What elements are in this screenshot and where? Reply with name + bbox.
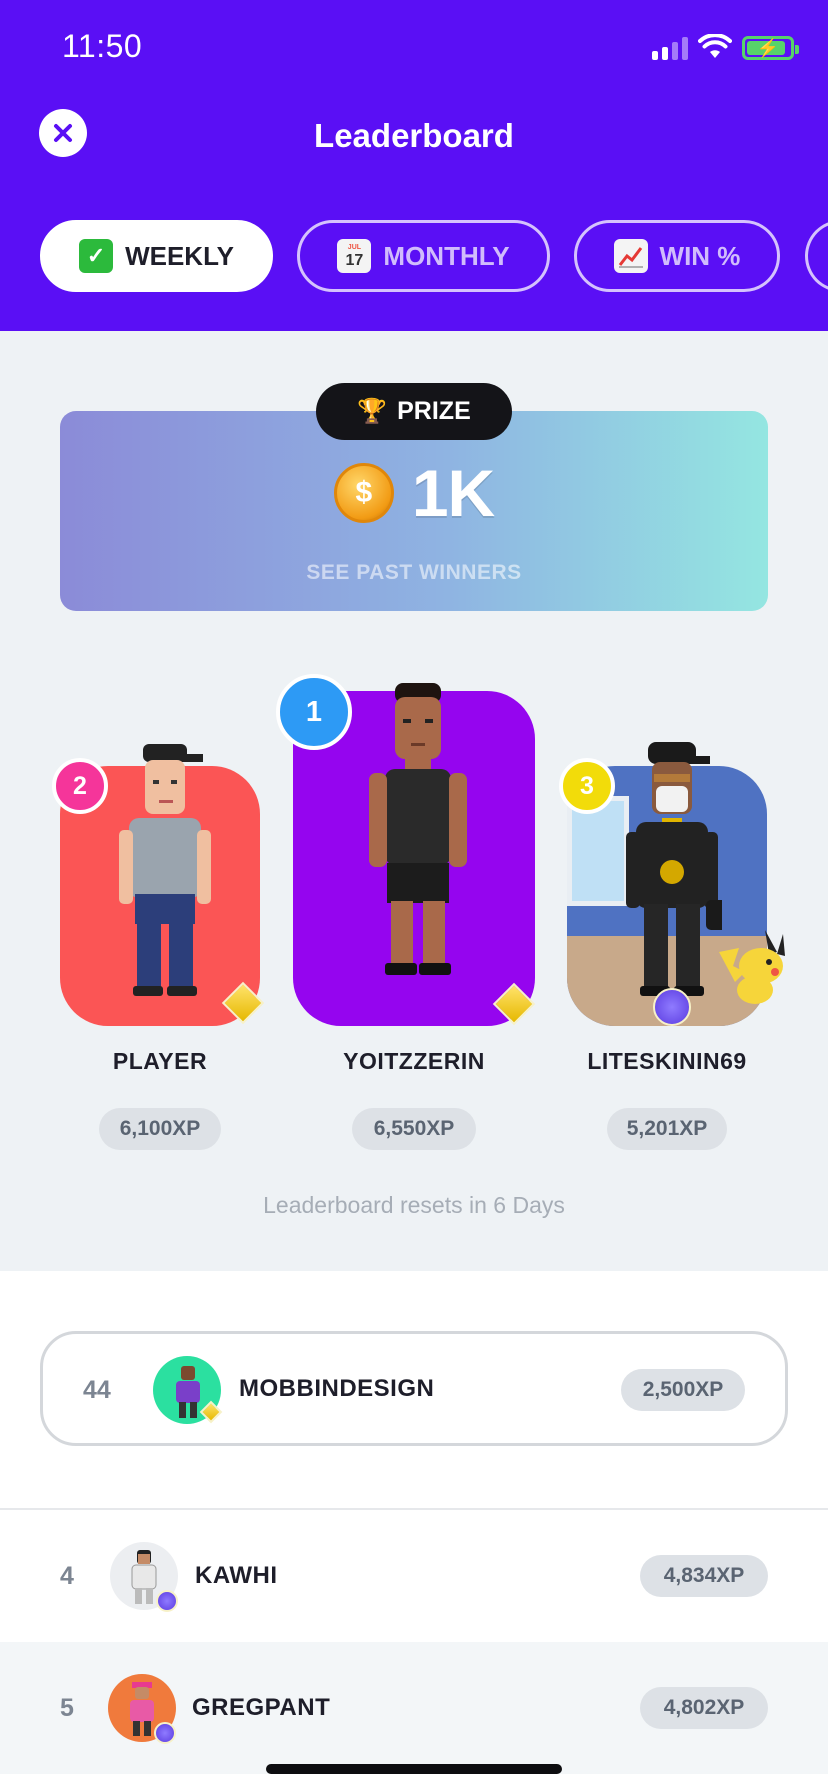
gem-icon: [653, 988, 691, 1026]
page-title: Leaderboard: [314, 117, 514, 154]
check-mark-icon: ✓: [79, 239, 114, 273]
coin-icon: $: [333, 463, 394, 523]
row-rank: 4: [60, 1562, 74, 1590]
podium-card-second[interactable]: 2: [52, 744, 265, 1026]
gem-icon: [154, 1722, 176, 1744]
calendar-icon: JUL 17: [337, 239, 372, 273]
prize-value: 1K: [411, 456, 495, 530]
battery-charging-icon: ⚡: [742, 36, 799, 60]
player-avatar: [119, 744, 211, 996]
tab-weekly[interactable]: ✓ WEEKLY: [40, 220, 273, 292]
pet-icon: [719, 930, 785, 1004]
my-xp: 2,500XP: [621, 1369, 745, 1411]
podium-xp-third: 5,201XP: [607, 1108, 727, 1150]
my-name: MOBBINDESIGN: [239, 1375, 435, 1402]
trophy-icon: 🏆: [357, 398, 388, 425]
podium-card-third[interactable]: 3: [559, 742, 785, 1026]
my-rank: 44: [83, 1376, 111, 1404]
row-rank: 5: [60, 1694, 74, 1722]
rank-badge-third: 3: [559, 758, 615, 814]
tab-monthly[interactable]: JUL 17 MONTHLY: [297, 220, 550, 292]
row-xp: 4,834XP: [640, 1555, 768, 1597]
wifi-icon: [698, 34, 732, 58]
header: 11:50 ⚡ Leaderboard ✓ WEEKLY JUL 17 MONT…: [0, 0, 828, 331]
room-window: [567, 796, 629, 906]
avatar: [153, 1356, 223, 1424]
rank-badge-second: 2: [52, 758, 108, 814]
list-item[interactable]: 4 KAWHI 4,834XP: [0, 1510, 828, 1642]
cellular-signal-icon: [652, 36, 688, 60]
tab-win-percent[interactable]: WIN %: [574, 220, 780, 292]
rank-badge-first: 1: [276, 674, 352, 750]
calendar-icon-day: 17: [345, 252, 364, 269]
list-item[interactable]: 5 GREGPANT 4,802XP: [0, 1642, 828, 1774]
tab-label: WEEKLY: [125, 240, 234, 271]
prize-label: PRIZE: [397, 397, 471, 425]
podium-name-second: PLAYER: [112, 1048, 208, 1074]
podium-name-third: LITESKININ69: [587, 1048, 747, 1074]
row-name: GREGPANT: [192, 1694, 331, 1721]
tab-label: WIN %: [659, 240, 741, 271]
tab-bar: ✓ WEEKLY JUL 17 MONTHLY WIN %: [40, 220, 780, 292]
player-avatar: [626, 742, 722, 996]
status-icons: ⚡: [652, 34, 799, 60]
podium-xp-first: 6,550XP: [352, 1108, 476, 1150]
podium-xp-second: 6,100XP: [99, 1108, 221, 1150]
prize-amount: $ 1K: [0, 455, 828, 531]
gem-icon: [221, 981, 265, 1025]
reset-notice: Leaderboard resets in 6 Days: [263, 1192, 565, 1218]
home-indicator: [266, 1764, 562, 1774]
prize-label-pill: 🏆 PRIZE: [316, 383, 512, 440]
tab-label: MONTHLY: [383, 240, 510, 271]
calendar-icon-month: JUL: [347, 244, 362, 251]
podium-name-first: YOITZZERIN: [343, 1048, 485, 1074]
gem-icon: [492, 982, 536, 1026]
chart-increasing-icon: [613, 239, 648, 273]
status-time: 11:50: [62, 28, 143, 64]
tab-more[interactable]: [805, 220, 828, 292]
player-avatar: [369, 683, 467, 975]
avatar: [110, 1542, 178, 1612]
row-name: KAWHI: [195, 1562, 278, 1589]
row-xp: 4,802XP: [640, 1687, 768, 1729]
avatar: [108, 1674, 176, 1744]
gem-icon: [156, 1590, 178, 1612]
see-past-winners-link[interactable]: SEE PAST WINNERS: [0, 561, 828, 585]
my-position-row[interactable]: 44 MOBBINDESIGN 2,500XP: [40, 1331, 788, 1446]
podium-card-first[interactable]: 1: [276, 674, 536, 1026]
